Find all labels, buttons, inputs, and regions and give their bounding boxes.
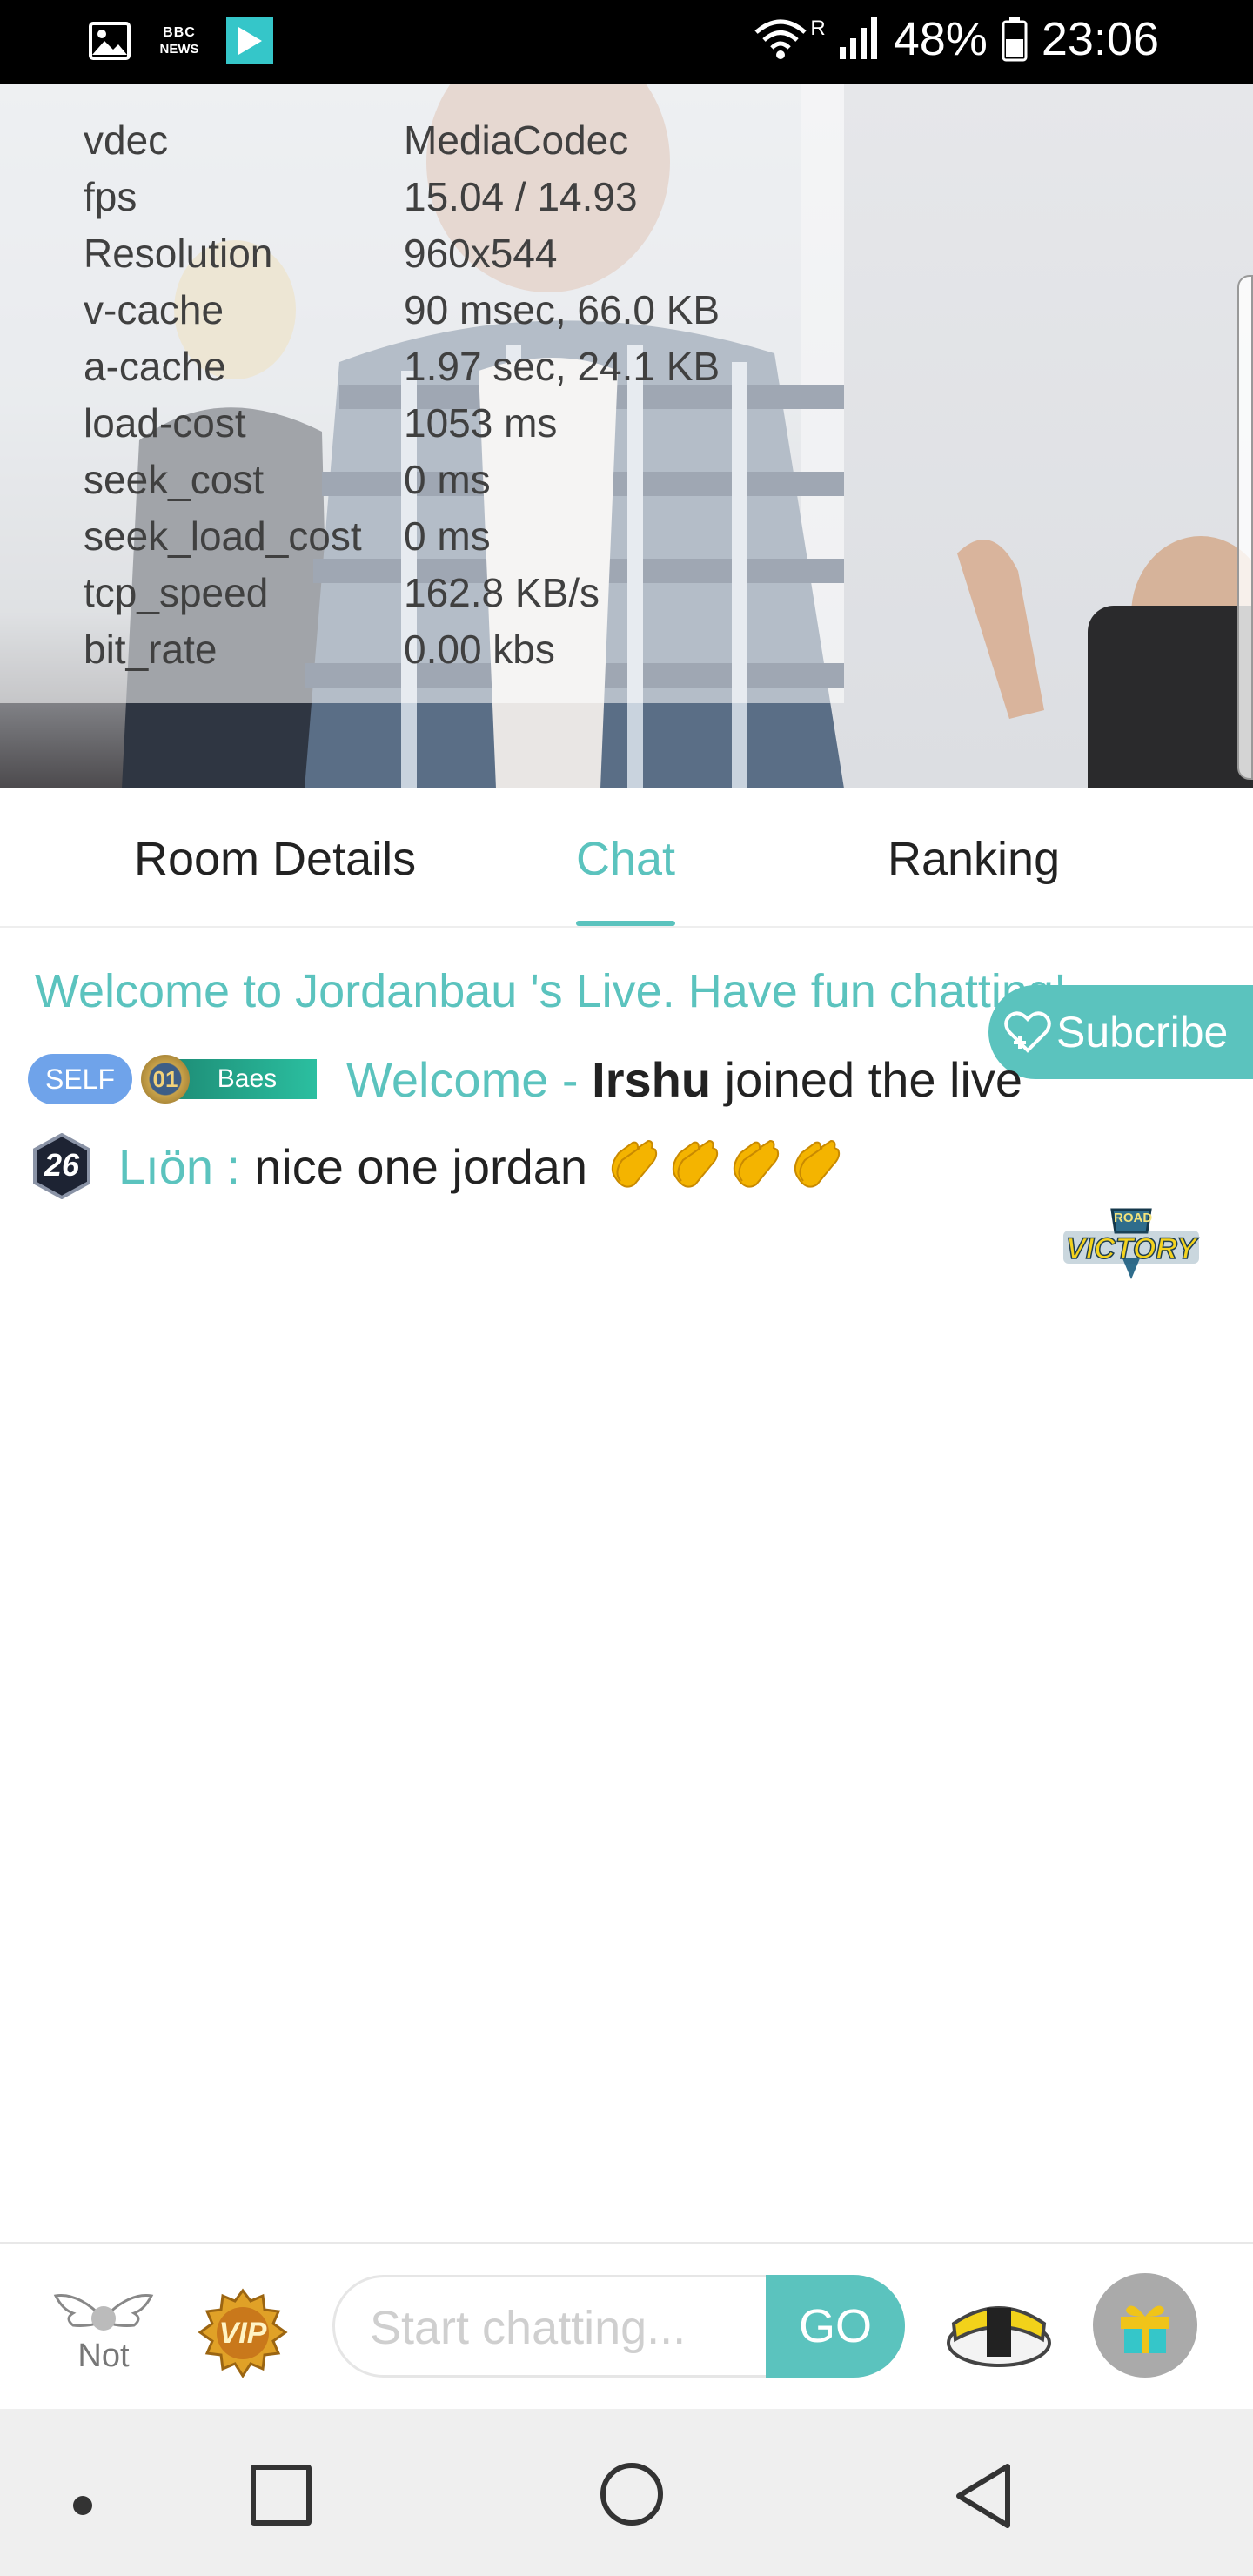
stat-value: 0 ms <box>404 457 491 502</box>
room-tabs: Room Details Chat Ranking <box>0 788 1253 928</box>
joined-username[interactable]: Irshu <box>592 1052 711 1107</box>
join-message: SELF 01 Baes Welcome - Irshu joined the … <box>28 1051 1022 1107</box>
go-send-button[interactable]: GO <box>766 2275 905 2378</box>
stat-key: load-cost <box>84 400 246 446</box>
debug-stats-overlay: vdec MediaCodec fps 15.04 / 14.93 Resolu… <box>0 84 844 703</box>
clap-emojis <box>603 1137 843 1195</box>
stat-key: fps <box>84 174 137 219</box>
subscribe-button[interactable]: Subcribe <box>988 985 1253 1079</box>
fan-club-badge: Baes <box>178 1059 317 1099</box>
network-r-label: R <box>810 17 826 40</box>
clap-icon <box>733 1139 780 1188</box>
clap-icon <box>672 1139 719 1188</box>
stat-key: Resolution <box>84 231 273 276</box>
chat-input-bar: Not VIP GO <box>0 2242 1253 2409</box>
tab-chat[interactable]: Chat <box>576 832 675 886</box>
news-label: NEWS <box>159 42 199 57</box>
stat-key: tcp_speed <box>84 570 269 615</box>
status-bar: BBC NEWS R 48% 23:06 <box>0 0 1253 84</box>
chat-input[interactable] <box>370 2295 753 2361</box>
vip-label: VIP <box>218 2317 267 2350</box>
fan-level-badge: 01 Baes <box>141 1055 317 1104</box>
gift-button[interactable] <box>1093 2273 1197 2378</box>
tab-ranking[interactable]: Ranking <box>888 832 1060 886</box>
side-panel-handle[interactable] <box>1237 275 1253 780</box>
tab-room-details[interactable]: Room Details <box>134 832 416 886</box>
battery-percent: 48% <box>893 13 988 65</box>
stat-key: vdec <box>84 117 169 163</box>
angel-wings-icon <box>53 2294 154 2331</box>
road-label: ROAD <box>1114 1211 1153 1225</box>
stat-value: MediaCodec <box>404 117 629 163</box>
gift-icon <box>1121 2305 1169 2353</box>
subscribe-label: Subcribe <box>1056 1008 1229 1057</box>
clap-icon <box>794 1139 841 1188</box>
system-indicators: R 48% 23:06 <box>753 12 1159 66</box>
stat-value: 960x544 <box>404 231 558 276</box>
signal-icon <box>839 17 877 59</box>
stat-value: 1.97 sec, 24.1 KB <box>404 344 720 389</box>
stat-value: 162.8 KB/s <box>404 570 600 615</box>
stat-key: seek_cost <box>84 457 265 502</box>
self-badge: SELF <box>28 1054 132 1104</box>
stat-key: seek_load_cost <box>84 513 362 559</box>
battery-icon <box>1002 17 1028 62</box>
wifi-icon <box>754 19 807 59</box>
stat-value: 0 ms <box>404 513 491 559</box>
angel-wings-button[interactable]: Not <box>52 2284 155 2374</box>
stat-key: a-cache <box>84 344 226 389</box>
vip-button[interactable]: VIP <box>197 2287 289 2379</box>
stat-value: 0.00 kbs <box>404 627 555 672</box>
play-store-icon <box>226 17 273 64</box>
home-icon[interactable] <box>600 2463 663 2526</box>
chat-message: 26 Lıön : nice one jordan <box>31 1131 843 1201</box>
active-tab-indicator <box>576 921 675 926</box>
gallery-icon <box>87 18 132 64</box>
stat-key: bit_rate <box>84 627 218 672</box>
user-level-badge: 26 <box>31 1132 92 1200</box>
stat-value: 90 msec, 66.0 KB <box>404 287 720 332</box>
joined-suffix: joined the live <box>711 1051 1023 1107</box>
live-video-player[interactable]: vdec MediaCodec fps 15.04 / 14.93 Resolu… <box>0 84 1253 788</box>
bbc-label: BBC <box>163 25 196 40</box>
stat-key: v-cache <box>84 287 224 332</box>
victory-label: VICTORY <box>1065 1231 1196 1266</box>
not-label: Not <box>77 2338 130 2374</box>
stat-value: 15.04 / 14.93 <box>404 174 638 219</box>
notification-icons: BBC NEWS <box>87 17 273 64</box>
sushi-gift-icon[interactable] <box>945 2289 1053 2371</box>
back-icon[interactable] <box>952 2461 1015 2531</box>
recent-apps-icon[interactable] <box>251 2465 312 2526</box>
chat-username[interactable]: Lıön : <box>118 1138 240 1195</box>
chat-text: nice one jordan <box>254 1138 588 1194</box>
nav-dot-icon[interactable] <box>73 2496 92 2515</box>
clock: 23:06 <box>1041 13 1159 65</box>
welcome-prefix: Welcome - <box>346 1051 593 1107</box>
heart-plus-icon <box>1004 1011 1051 1053</box>
level-medal-icon: 01 <box>141 1055 190 1104</box>
bbc-news-icon: BBC NEWS <box>157 18 202 64</box>
join-message-text: Welcome - Irshu joined the live <box>346 1051 1022 1108</box>
welcome-banner: Welcome to Jordanbau 's Live. Have fun c… <box>35 965 1067 1017</box>
clap-icon <box>611 1139 658 1188</box>
stat-value: 1053 ms <box>404 400 558 446</box>
road-to-victory-event-icon[interactable]: ROAD VICTORY <box>1060 1206 1203 1281</box>
user-level-number: 26 <box>44 1147 80 1183</box>
chair <box>1088 606 1253 788</box>
